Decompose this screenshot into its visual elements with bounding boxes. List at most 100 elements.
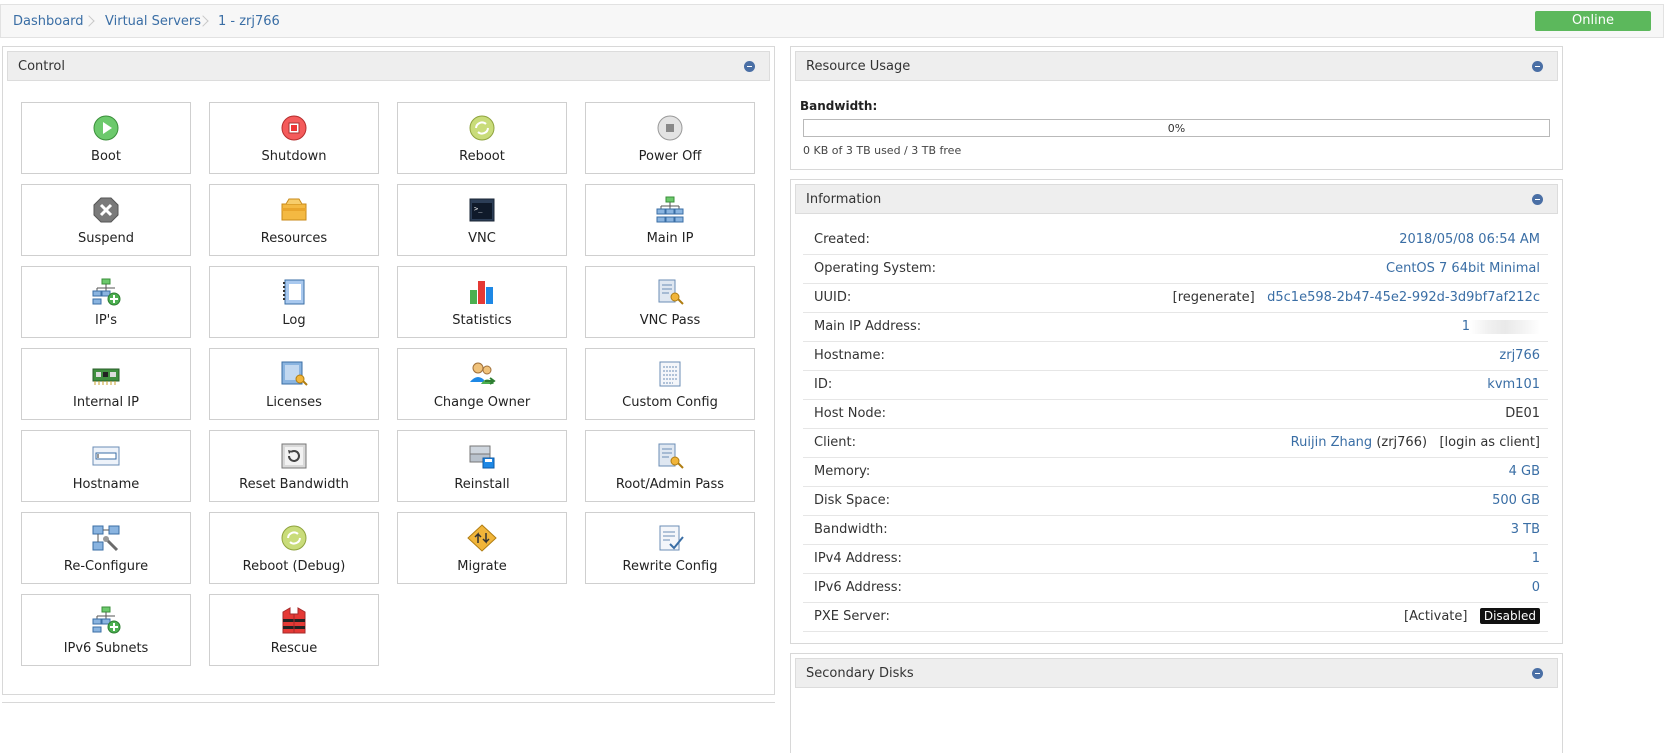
vnc-pass-button[interactable]: VNC Pass bbox=[585, 266, 755, 338]
reboot-debug-button[interactable]: Reboot (Debug) bbox=[209, 512, 379, 584]
tile-label: VNC bbox=[468, 231, 496, 246]
tile-label: Rescue bbox=[270, 641, 318, 656]
info-label: UUID: bbox=[814, 290, 852, 305]
disk-space-value: 500 GB bbox=[1492, 493, 1540, 508]
ip-s-button[interactable]: IP's bbox=[21, 266, 191, 338]
tile-label: Resources bbox=[260, 231, 328, 246]
statistics-button[interactable]: Statistics bbox=[397, 266, 567, 338]
info-row-host-node: Host Node: DE01 bbox=[803, 400, 1548, 429]
resources-button[interactable]: Resources bbox=[209, 184, 379, 256]
info-value: zrj766 bbox=[1499, 348, 1540, 363]
main-ip-button[interactable]: Main IP bbox=[585, 184, 755, 256]
resource-usage-title: Resource Usage bbox=[806, 59, 911, 74]
pxe-server-action-link[interactable]: [Activate] bbox=[1404, 609, 1467, 624]
log-button[interactable]: Log bbox=[209, 266, 379, 338]
next-panel-edge bbox=[2, 702, 775, 723]
info-label: Main IP Address: bbox=[814, 319, 922, 334]
internal-ip-button[interactable]: Internal IP bbox=[21, 348, 191, 420]
client-name-link[interactable]: Ruijin Zhang bbox=[1291, 435, 1373, 450]
tile-label: Migrate bbox=[457, 559, 507, 574]
info-value: [regenerate] d5c1e598-2b47-45e2-992d-3d9… bbox=[1173, 290, 1540, 305]
users-icon bbox=[467, 360, 497, 388]
information-title: Information bbox=[806, 192, 882, 207]
custom-config-button[interactable]: Custom Config bbox=[585, 348, 755, 420]
breadcrumb-dashboard[interactable]: Dashboard bbox=[13, 14, 84, 29]
uuid-value: d5c1e598-2b47-45e2-992d-3d9bf7af212c bbox=[1267, 290, 1540, 305]
info-row-hostname: Hostname: zrj766 bbox=[803, 342, 1548, 371]
info-label: Host Node: bbox=[814, 406, 887, 421]
tile-label: Boot bbox=[91, 149, 121, 164]
tile-label: Licenses bbox=[266, 395, 322, 410]
breadcrumb: Dashboard Virtual Servers 1 - zrj766 Onl… bbox=[0, 4, 1664, 38]
rewrite-config-button[interactable]: Rewrite Config bbox=[585, 512, 755, 584]
bandwidth-label: Bandwidth: bbox=[800, 99, 878, 113]
power-off-button[interactable]: Power Off bbox=[585, 102, 755, 174]
reboot-button[interactable]: Reboot bbox=[397, 102, 567, 174]
info-value: DE01 bbox=[1505, 406, 1540, 421]
re-configure-button[interactable]: Re-Configure bbox=[21, 512, 191, 584]
redacted-ip bbox=[1470, 319, 1540, 334]
breadcrumb-current-server[interactable]: 1 - zrj766 bbox=[218, 14, 280, 29]
info-row-memory: Memory: 4 GB bbox=[803, 458, 1548, 487]
stop-icon bbox=[279, 114, 309, 142]
collapse-icon[interactable] bbox=[1532, 61, 1543, 72]
tile-label: Shutdown bbox=[261, 149, 327, 164]
created-value: 2018/05/08 06:54 AM bbox=[1399, 232, 1540, 247]
tile-label: Power Off bbox=[638, 149, 702, 164]
reset-bandwidth-button[interactable]: Reset Bandwidth bbox=[209, 430, 379, 502]
info-value: 500 GB bbox=[1492, 493, 1540, 508]
memory-value: 4 GB bbox=[1508, 464, 1540, 479]
hostname-button[interactable]: Hostname bbox=[21, 430, 191, 502]
info-value: 3 TB bbox=[1511, 522, 1540, 537]
info-value: kvm101 bbox=[1487, 377, 1540, 392]
secondary-disks-panel: Secondary Disks bbox=[790, 653, 1563, 753]
suspend-button[interactable]: Suspend bbox=[21, 184, 191, 256]
uuid-action-link[interactable]: [regenerate] bbox=[1173, 290, 1255, 305]
resources-icon bbox=[279, 196, 309, 224]
tile-label: Internal IP bbox=[73, 395, 139, 410]
breadcrumb-separator bbox=[85, 13, 93, 29]
tile-label: Change Owner bbox=[433, 395, 531, 410]
vnc-button[interactable]: >_ VNC bbox=[397, 184, 567, 256]
rescue-button[interactable]: Rescue bbox=[209, 594, 379, 666]
rewrite-config-icon bbox=[655, 524, 685, 552]
secondary-disks-header: Secondary Disks bbox=[795, 658, 1558, 688]
tile-label: Hostname bbox=[72, 477, 140, 492]
config-document-icon bbox=[655, 360, 685, 388]
ipv6-subnets-button[interactable]: IPv6 Subnets bbox=[21, 594, 191, 666]
collapse-icon[interactable] bbox=[1532, 668, 1543, 679]
tile-label: Main IP bbox=[646, 231, 694, 246]
info-label: ID: bbox=[814, 377, 833, 392]
resource-usage-header: Resource Usage bbox=[795, 51, 1558, 81]
info-row-ipv6-address: IPv6 Address: 0 bbox=[803, 574, 1548, 603]
collapse-icon[interactable] bbox=[744, 61, 755, 72]
tile-label: Suspend bbox=[77, 231, 134, 246]
shutdown-button[interactable]: Shutdown bbox=[209, 102, 379, 174]
hostname-value: zrj766 bbox=[1499, 348, 1540, 363]
licenses-button[interactable]: Licenses bbox=[209, 348, 379, 420]
migrate-button[interactable]: Migrate bbox=[397, 512, 567, 584]
breadcrumb-virtual-servers[interactable]: Virtual Servers bbox=[105, 14, 201, 29]
change-owner-button[interactable]: Change Owner bbox=[397, 348, 567, 420]
tile-label: Reboot bbox=[459, 149, 505, 164]
main-ip-address-value: 1 bbox=[1461, 319, 1470, 334]
info-value: 2018/05/08 06:54 AM bbox=[1399, 232, 1540, 247]
info-label: IPv6 Address: bbox=[814, 580, 902, 595]
bar-chart-icon bbox=[467, 278, 497, 306]
collapse-icon[interactable] bbox=[1532, 194, 1543, 205]
power-off-icon bbox=[655, 114, 685, 142]
notebook-icon bbox=[279, 278, 309, 306]
status-online-button[interactable]: Online bbox=[1535, 11, 1651, 31]
host-node-value: DE01 bbox=[1505, 406, 1540, 421]
login-as-client-link[interactable]: [login as client] bbox=[1439, 435, 1540, 450]
svg-text:>_: >_ bbox=[474, 205, 483, 213]
info-label: Operating System: bbox=[814, 261, 936, 276]
info-row-bandwidth: Bandwidth: 3 TB bbox=[803, 516, 1548, 545]
reinstall-button[interactable]: Reinstall bbox=[397, 430, 567, 502]
info-row-main-ip-address: Main IP Address: 1 bbox=[803, 313, 1548, 342]
operating-system-value: CentOS 7 64bit Minimal bbox=[1386, 261, 1540, 276]
tile-label: Reset Bandwidth bbox=[239, 477, 349, 492]
migrate-icon bbox=[467, 524, 497, 552]
root-admin-pass-button[interactable]: Root/Admin Pass bbox=[585, 430, 755, 502]
boot-button[interactable]: Boot bbox=[21, 102, 191, 174]
